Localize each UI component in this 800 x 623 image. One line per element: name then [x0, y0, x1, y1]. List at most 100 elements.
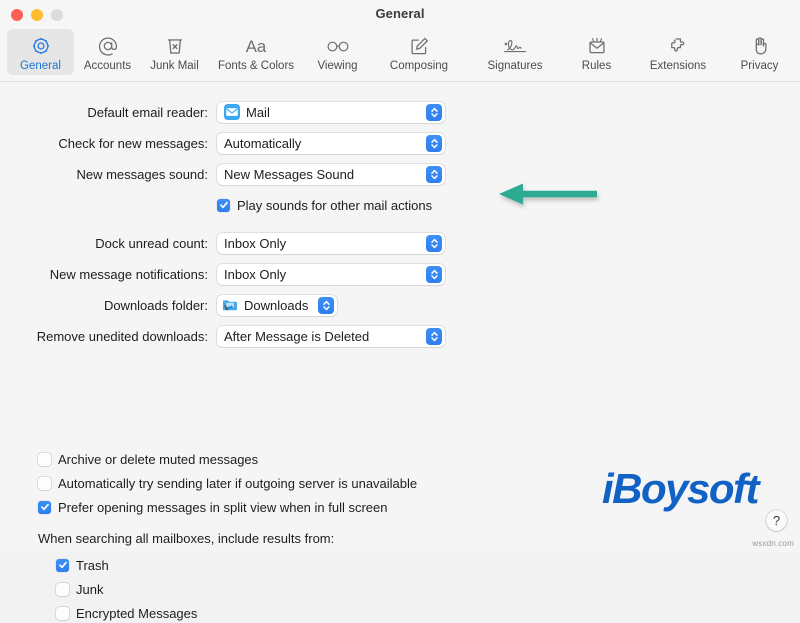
- popup-value: Inbox Only: [224, 236, 422, 251]
- scope-label: Encrypted Messages: [76, 606, 197, 621]
- tab-label: Viewing: [317, 60, 357, 72]
- option-split-view-checkbox[interactable]: [38, 501, 51, 514]
- row-dock-unread-count: Dock unread count: Inbox Only: [0, 232, 800, 254]
- row-new-message-notifications: New message notifications: Inbox Only: [0, 263, 800, 285]
- tab-label: Extensions: [650, 60, 706, 72]
- option-label: Prefer opening messages in split view wh…: [58, 500, 388, 515]
- close-button[interactable]: [11, 9, 23, 21]
- popup-value: After Message is Deleted: [224, 329, 422, 344]
- tab-label: Junk Mail: [150, 60, 199, 72]
- puzzle-piece-icon: [666, 33, 690, 59]
- rules-envelope-icon: [586, 33, 608, 59]
- option-archive-muted-row[interactable]: Archive or delete muted messages: [38, 449, 417, 469]
- dock-unread-count-popup[interactable]: Inbox Only: [217, 233, 445, 254]
- scope-trash-row[interactable]: Trash: [56, 555, 197, 575]
- tab-label: Privacy: [741, 60, 779, 72]
- compose-icon: [408, 33, 430, 59]
- remove-unedited-downloads-popup[interactable]: After Message is Deleted: [217, 326, 445, 347]
- row-downloads-folder: Downloads folder: Downloads: [0, 294, 800, 316]
- row-label: New message notifications:: [0, 267, 217, 282]
- minimize-button[interactable]: [31, 9, 43, 21]
- gear-icon: [30, 33, 52, 59]
- tab-label: Fonts & Colors: [218, 60, 294, 72]
- trash-x-icon: [164, 33, 186, 59]
- chevron-updown-icon: [426, 328, 442, 345]
- tab-junk-mail[interactable]: Junk Mail: [141, 29, 208, 75]
- popup-value: Automatically: [224, 136, 422, 151]
- downloads-folder-popup[interactable]: Downloads: [217, 295, 337, 316]
- scope-junk-row[interactable]: Junk: [56, 579, 197, 599]
- scope-encrypted-row[interactable]: Encrypted Messages: [56, 603, 197, 623]
- general-pane: Default email reader: Mail: [0, 82, 800, 552]
- annotation-arrow-icon: [497, 181, 601, 207]
- tab-label: General: [20, 60, 61, 72]
- downloads-folder-icon: [222, 297, 238, 313]
- scope-label: Trash: [76, 558, 109, 573]
- settings-rows: Default email reader: Mail: [0, 101, 800, 356]
- option-label: Archive or delete muted messages: [58, 452, 258, 467]
- watermark-logo: iBoysoft: [602, 468, 758, 510]
- option-split-view-row[interactable]: Prefer opening messages in split view wh…: [38, 497, 417, 517]
- signature-icon: [501, 33, 529, 59]
- chevron-updown-icon: [318, 297, 334, 314]
- window-title: General: [0, 0, 800, 28]
- default-email-reader-popup[interactable]: Mail: [217, 102, 445, 123]
- new-messages-sound-popup[interactable]: New Messages Sound: [217, 164, 445, 185]
- popup-value: Downloads: [244, 298, 308, 313]
- tab-rules[interactable]: Rules: [563, 29, 630, 75]
- row-check-new-messages: Check for new messages: Automatically: [0, 132, 800, 154]
- row-label: Remove unedited downloads:: [0, 329, 217, 344]
- row-remove-unedited-downloads: Remove unedited downloads: After Message…: [0, 325, 800, 347]
- row-new-messages-sound: New messages sound: New Messages Sound: [0, 163, 800, 185]
- tab-label: Rules: [582, 60, 611, 72]
- option-send-later-checkbox[interactable]: [38, 477, 51, 490]
- play-sounds-label: Play sounds for other mail actions: [237, 198, 432, 213]
- chevron-updown-icon: [426, 135, 442, 152]
- play-sounds-checkbox[interactable]: [217, 199, 230, 212]
- check-new-messages-popup[interactable]: Automatically: [217, 133, 445, 154]
- new-message-notifications-popup[interactable]: Inbox Only: [217, 264, 445, 285]
- tab-privacy[interactable]: Privacy: [726, 29, 793, 75]
- popup-value: Mail: [246, 105, 422, 120]
- tab-extensions[interactable]: Extensions: [630, 29, 726, 75]
- chevron-updown-icon: [426, 235, 442, 252]
- tab-viewing[interactable]: Viewing: [304, 29, 371, 75]
- glasses-icon: [325, 33, 351, 59]
- option-archive-muted-checkbox[interactable]: [38, 453, 51, 466]
- scope-junk-checkbox[interactable]: [56, 583, 69, 596]
- tab-general[interactable]: General: [7, 29, 74, 75]
- at-sign-icon: [97, 33, 119, 59]
- row-label: Dock unread count:: [0, 236, 217, 251]
- play-sounds-checkbox-row[interactable]: Play sounds for other mail actions: [217, 195, 432, 215]
- aa-text-icon: Aa: [241, 33, 271, 59]
- search-section-label: When searching all mailboxes, include re…: [38, 531, 334, 546]
- watermark-host: wsxdn.com: [752, 539, 794, 548]
- row-label: New messages sound:: [0, 167, 217, 182]
- row-default-email-reader: Default email reader: Mail: [0, 101, 800, 123]
- scope-trash-checkbox[interactable]: [56, 559, 69, 572]
- tab-composing[interactable]: Composing: [371, 29, 467, 75]
- zoom-button: [51, 9, 63, 21]
- tab-fonts-colors[interactable]: Aa Fonts & Colors: [208, 29, 304, 75]
- popup-value: New Messages Sound: [224, 167, 422, 182]
- hand-icon: [749, 33, 771, 59]
- scope-label: Junk: [76, 582, 103, 597]
- tab-signatures[interactable]: Signatures: [467, 29, 563, 75]
- option-checkboxes: Archive or delete muted messages Automat…: [38, 449, 417, 517]
- tab-accounts[interactable]: Accounts: [74, 29, 141, 75]
- chevron-updown-icon: [426, 166, 442, 183]
- window-titlebar: General: [0, 0, 800, 28]
- scope-encrypted-checkbox[interactable]: [56, 607, 69, 620]
- row-label: Check for new messages:: [0, 136, 217, 151]
- row-label: Default email reader:: [0, 105, 217, 120]
- tab-label: Composing: [390, 60, 448, 72]
- window-controls: [11, 9, 63, 21]
- svg-text:Aa: Aa: [246, 37, 267, 56]
- option-label: Automatically try sending later if outgo…: [58, 476, 417, 491]
- row-label: Downloads folder:: [0, 298, 217, 313]
- option-send-later-row[interactable]: Automatically try sending later if outgo…: [38, 473, 417, 493]
- tab-label: Accounts: [84, 60, 131, 72]
- chevron-updown-icon: [426, 104, 442, 121]
- preferences-toolbar: General Accounts Junk Mail: [0, 28, 800, 82]
- help-button[interactable]: ?: [766, 510, 787, 531]
